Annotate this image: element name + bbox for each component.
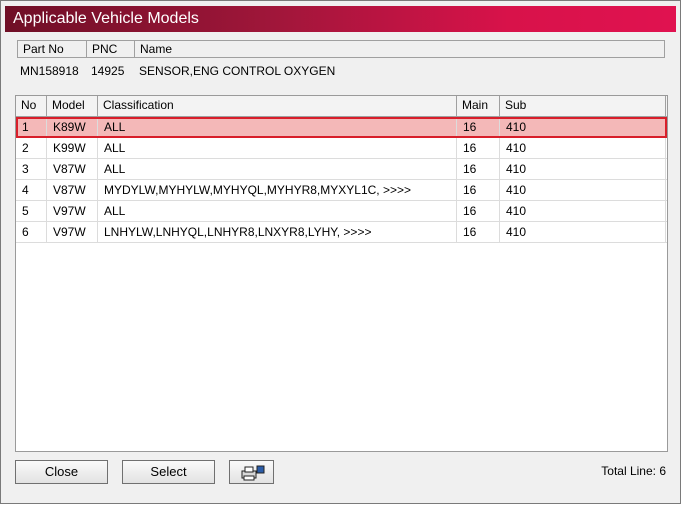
cell-sub: 410 [500,117,666,137]
applicable-vehicle-models-window: Applicable Vehicle Models Part No PNC Na… [0,0,681,504]
part-info-header: Part No PNC Name [17,40,665,58]
cell-model: K89W [47,117,98,137]
cell-sub: 410 [500,138,666,158]
cell-no: 5 [16,201,47,221]
printer-icon [239,464,265,481]
table-row[interactable]: 1 K89W ALL 16 410 [16,117,667,138]
cell-model: V87W [47,180,98,200]
window-title: Applicable Vehicle Models [5,6,676,32]
cell-classification: ALL [98,159,457,179]
table-row[interactable]: 3 V87W ALL 16 410 [16,159,667,180]
column-main[interactable]: Main [457,96,500,116]
total-line-count: Total Line: 6 [601,464,666,478]
cell-main: 16 [457,222,500,242]
column-sub[interactable]: Sub [500,96,666,116]
cell-no: 3 [16,159,47,179]
close-button[interactable]: Close [15,460,108,484]
table-row[interactable]: 5 V97W ALL 16 410 [16,201,667,222]
cell-model: V87W [47,159,98,179]
cell-no: 1 [16,117,47,137]
cell-sub: 410 [500,222,666,242]
cell-no: 6 [16,222,47,242]
vehicle-models-table[interactable]: No Model Classification Main Sub 1 K89W … [15,95,668,452]
column-no[interactable]: No [16,96,47,116]
cell-classification: LNHYLW,LNHYQL,LNHYR8,LNXYR8,LYHY, >>>> [98,222,457,242]
cell-model: V97W [47,201,98,221]
cell-model: K99W [47,138,98,158]
header-part-no: Part No [18,41,87,57]
cell-classification: ALL [98,117,457,137]
table-row[interactable]: 4 V87W MYDYLW,MYHYLW,MYHYQL,MYHYR8,MYXYL… [16,180,667,201]
cell-classification: ALL [98,201,457,221]
cell-no: 4 [16,180,47,200]
cell-model: V97W [47,222,98,242]
header-pnc: PNC [87,41,135,57]
table-header: No Model Classification Main Sub [16,96,667,117]
column-model[interactable]: Model [47,96,98,116]
part-no-value: MN158918 [20,64,79,78]
cell-no: 2 [16,138,47,158]
cell-main: 16 [457,159,500,179]
cell-main: 16 [457,201,500,221]
cell-main: 16 [457,117,500,137]
cell-classification: ALL [98,138,457,158]
cell-main: 16 [457,180,500,200]
cell-sub: 410 [500,180,666,200]
table-row[interactable]: 2 K99W ALL 16 410 [16,138,667,159]
cell-sub: 410 [500,201,666,221]
column-classification[interactable]: Classification [98,96,457,116]
pnc-value: 14925 [91,64,125,78]
name-value: SENSOR,ENG CONTROL OXYGEN [139,64,336,78]
select-button[interactable]: Select [122,460,215,484]
cell-classification: MYDYLW,MYHYLW,MYHYQL,MYHYR8,MYXYL1C, >>>… [98,180,457,200]
header-name: Name [140,42,173,56]
cell-sub: 410 [500,159,666,179]
table-row[interactable]: 6 V97W LNHYLW,LNHYQL,LNHYR8,LNXYR8,LYHY,… [16,222,667,243]
print-button[interactable] [229,460,274,484]
cell-main: 16 [457,138,500,158]
